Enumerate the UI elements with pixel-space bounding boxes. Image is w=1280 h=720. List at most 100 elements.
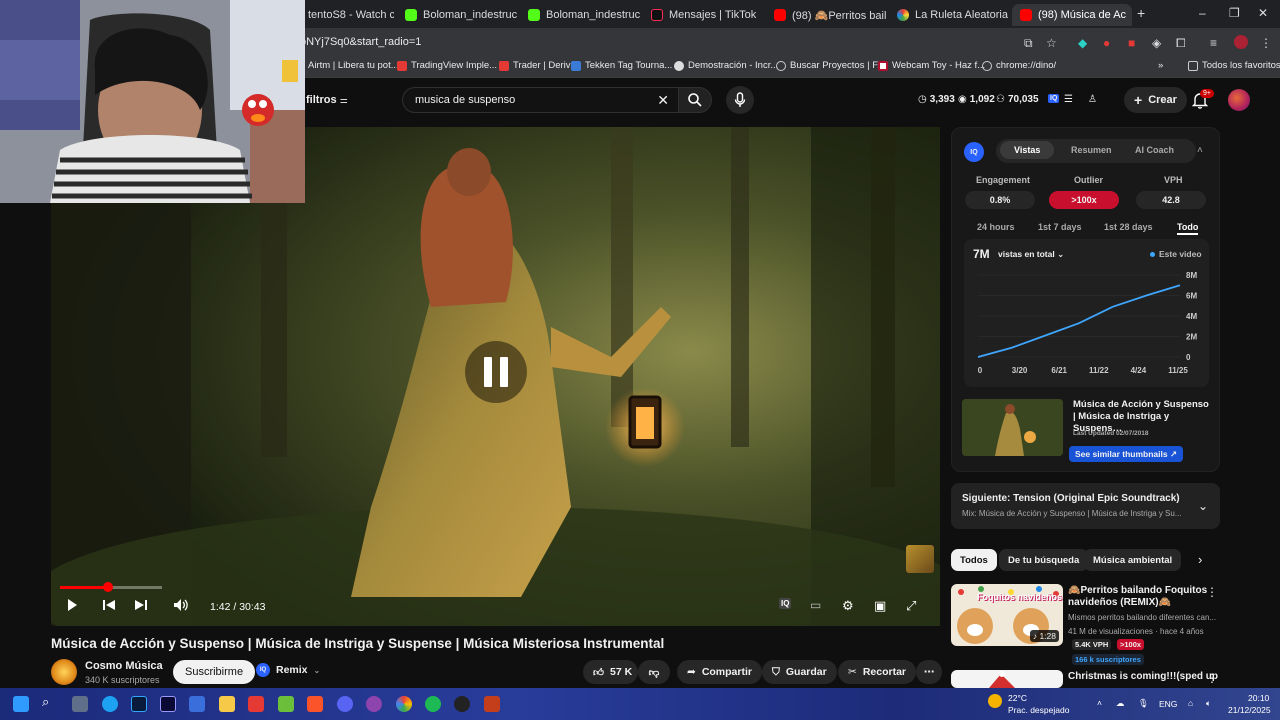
extension-icon[interactable]: ■ [1128, 36, 1135, 50]
bookmark[interactable]: Demostración - Incr... [674, 60, 778, 71]
windows-start-icon[interactable] [13, 696, 29, 712]
browser-tab[interactable]: tentoS8 - Watch c ✕ [300, 4, 394, 26]
more-options-button[interactable]: ⋯ [916, 660, 942, 684]
chevron-right-icon[interactable]: » [1158, 60, 1163, 71]
channel-watermark[interactable] [906, 545, 934, 573]
app-icon[interactable] [366, 696, 382, 712]
rec-title[interactable]: 🙈Perritos bailando Foquitos navideños (R… [1068, 585, 1218, 609]
range-tab-active[interactable]: Todo [1177, 222, 1199, 235]
range-tab[interactable]: 1st 28 days [1104, 222, 1153, 232]
range-tab[interactable]: 1st 7 days [1038, 222, 1082, 232]
chip-ambient-music[interactable]: Música ambiental [1084, 549, 1182, 571]
language-indicator[interactable]: ENG [1159, 699, 1177, 709]
obs-icon[interactable] [454, 696, 470, 712]
award-icon[interactable]: ♙ [1088, 94, 1097, 105]
new-tab-button[interactable]: + [1137, 5, 1145, 21]
weather-temp[interactable]: 22°C [1008, 693, 1027, 703]
save-button[interactable]: ⛉ Guardar [762, 660, 837, 684]
speaker-icon[interactable]: 🔈︎ [1206, 698, 1211, 709]
brave-icon[interactable] [307, 696, 323, 712]
microphone-icon[interactable]: 🎙︎ [1138, 698, 1149, 709]
network-icon[interactable]: ⌂ [1188, 698, 1193, 708]
tab-resumen[interactable]: Resumen [1071, 145, 1112, 155]
clock-date[interactable]: 21/12/2025 [1228, 705, 1271, 715]
browser-tab[interactable]: Mensajes | TikTok ✕ [643, 4, 763, 26]
more-vert-icon[interactable]: ⋮ [1206, 585, 1218, 599]
progress-scrubber[interactable] [102, 582, 113, 592]
extension-icon[interactable]: ◈ [1152, 36, 1161, 50]
minimize-icon[interactable]: – [1199, 6, 1206, 20]
browser-tab[interactable]: (98) 🙈Perritos baila ✕ [766, 4, 886, 26]
rec-thumbnail[interactable] [951, 670, 1063, 688]
tab-ai-coach[interactable]: AI Coach [1135, 145, 1174, 155]
clip-button[interactable]: ✂ Recortar [838, 660, 916, 684]
clock-time[interactable]: 20:10 [1248, 693, 1269, 703]
chevron-down-icon[interactable]: ⌄ [1198, 499, 1208, 513]
bookmark[interactable]: TradingView Imple... [397, 60, 497, 71]
extensions-puzzle-icon[interactable]: ⧠ [1176, 36, 1186, 51]
channel-name[interactable]: Cosmo Música [85, 660, 163, 672]
browser-tab[interactable]: Boloman_indestructib ✕ [397, 4, 517, 26]
close-window-icon[interactable]: ✕ [1258, 6, 1268, 20]
bookmark[interactable]: Trader | Deriv [499, 60, 571, 71]
tab-vistas[interactable]: Vistas [1000, 141, 1055, 159]
profile-icon[interactable] [1234, 35, 1248, 49]
file-explorer-icon[interactable] [219, 696, 235, 712]
media-icon[interactable]: ≡ [1210, 36, 1217, 50]
create-button[interactable]: + Crear [1124, 87, 1187, 113]
extension-icon[interactable]: ● [1103, 36, 1110, 50]
chip-all[interactable]: Todos [951, 549, 997, 571]
filters-button[interactable]: filtros ⚌ [306, 94, 348, 106]
range-tab[interactable]: 24 hours [977, 222, 1015, 232]
browser-tab-active[interactable]: (98) Música de Ac ✕ [1012, 4, 1132, 26]
minecraft-icon[interactable] [278, 696, 294, 712]
views-dropdown[interactable]: vistas en total ⌄ [998, 249, 1064, 260]
task-view-icon[interactable] [72, 696, 88, 712]
bookmark[interactable]: Tekken Tag Tourna... [571, 60, 672, 71]
pause-icon[interactable] [465, 341, 527, 403]
search-button[interactable] [678, 87, 712, 113]
theater-mode-icon[interactable]: ▣ [874, 598, 886, 614]
volume-icon[interactable] [173, 598, 189, 612]
install-icon[interactable]: ⧉ [1024, 36, 1033, 51]
chip-from-search[interactable]: De tu búsqueda [999, 549, 1089, 571]
browser-tab[interactable]: La Ruleta Aleatoria ✕ [889, 4, 1009, 26]
chrome-icon[interactable] [396, 696, 412, 712]
previous-icon[interactable] [102, 598, 116, 612]
channel-avatar[interactable] [51, 659, 77, 685]
powerpoint-icon[interactable] [484, 696, 500, 712]
maximize-icon[interactable]: ❐ [1229, 6, 1240, 20]
progress-bar[interactable] [60, 582, 162, 592]
close-icon[interactable]: ✕ [657, 92, 669, 109]
bookmark-folder[interactable]: Todos los favoritos [1188, 60, 1280, 71]
search-input[interactable] [403, 88, 633, 112]
bookmark[interactable]: Airtm | Libera tu pot... [308, 60, 399, 71]
store-icon[interactable] [189, 696, 205, 712]
browser-tab[interactable]: Boloman_indestructib ✕ [520, 4, 640, 26]
more-vert-icon[interactable]: ⋮ [1206, 671, 1218, 685]
search-icon[interactable]: ⌕ [42, 694, 58, 710]
settings-icon[interactable]: ⚙ [842, 598, 854, 614]
rec-title[interactable]: Christmas is coming!!!(sped up [1068, 671, 1218, 683]
discord-icon[interactable] [337, 696, 353, 712]
up-next-card[interactable]: Siguiente: Tension (Original Epic Soundt… [951, 483, 1220, 529]
spotify-icon[interactable] [425, 696, 441, 712]
chevron-right-icon[interactable]: › [1198, 552, 1202, 567]
bookmark[interactable]: Webcam Toy - Haz f... [878, 60, 985, 71]
share-button[interactable]: ➦ Compartir [677, 660, 762, 684]
star-icon[interactable]: ☆ [1046, 36, 1057, 50]
weather-icon[interactable] [988, 694, 1002, 708]
iq-icon[interactable]: IQ [779, 598, 792, 609]
rec-thumbnail[interactable]: Foquitos navideños ♪ 1:28 [951, 584, 1063, 646]
remix-button[interactable]: IQ Remix ⌄ [256, 663, 320, 677]
photoshop-icon[interactable] [131, 696, 147, 712]
chevron-up-icon[interactable]: ˄ [1097, 698, 1102, 708]
chevron-up-icon[interactable]: ˄ [1197, 145, 1203, 156]
weather-desc[interactable]: Prac. despejado [1008, 705, 1069, 715]
bookmark[interactable]: chrome://dino/ [982, 60, 1056, 71]
bookmark[interactable]: Buscar Proyectos | F... [776, 60, 885, 71]
tray-icon[interactable]: ☁ [1116, 698, 1125, 709]
menu-icon[interactable]: ⋮ [1260, 36, 1272, 50]
edge-icon[interactable] [102, 696, 118, 712]
avatar[interactable] [1228, 89, 1250, 111]
